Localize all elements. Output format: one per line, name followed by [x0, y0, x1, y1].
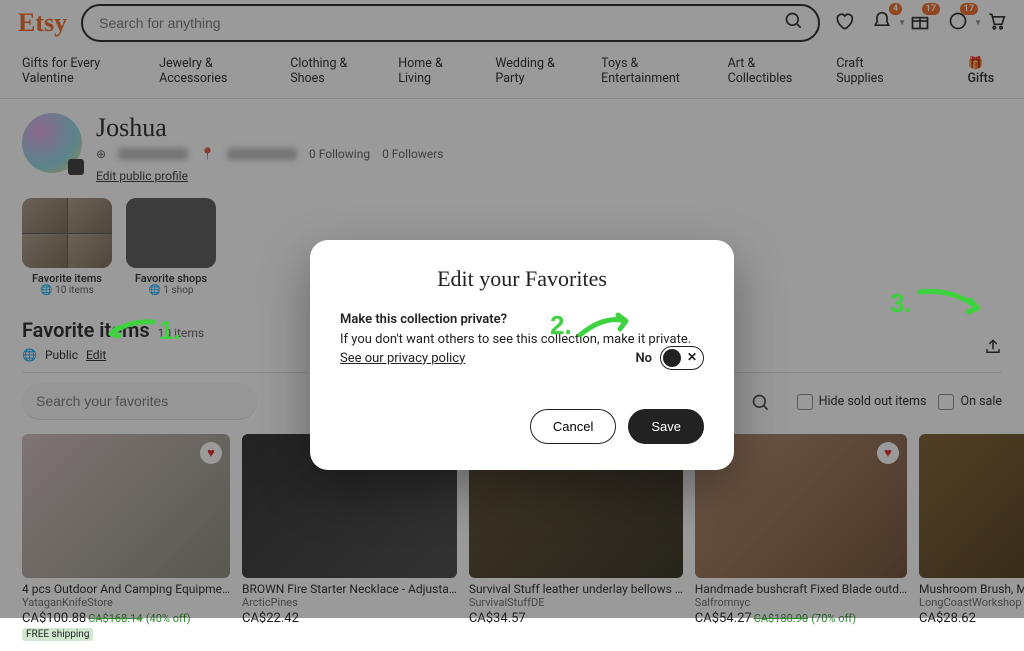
private-toggle[interactable]: ✕ [660, 346, 704, 370]
save-button[interactable]: Save [628, 409, 704, 444]
cancel-button[interactable]: Cancel [530, 409, 616, 444]
edit-favorites-modal: Edit your Favorites Make this collection… [310, 240, 734, 470]
free-shipping-badge: FREE shipping [22, 628, 93, 641]
toggle-label: No [635, 351, 652, 366]
x-icon: ✕ [687, 350, 697, 364]
modal-question: Make this collection private? [340, 312, 704, 327]
privacy-policy-link[interactable]: See our privacy policy [340, 351, 465, 366]
modal-title: Edit your Favorites [340, 266, 704, 292]
